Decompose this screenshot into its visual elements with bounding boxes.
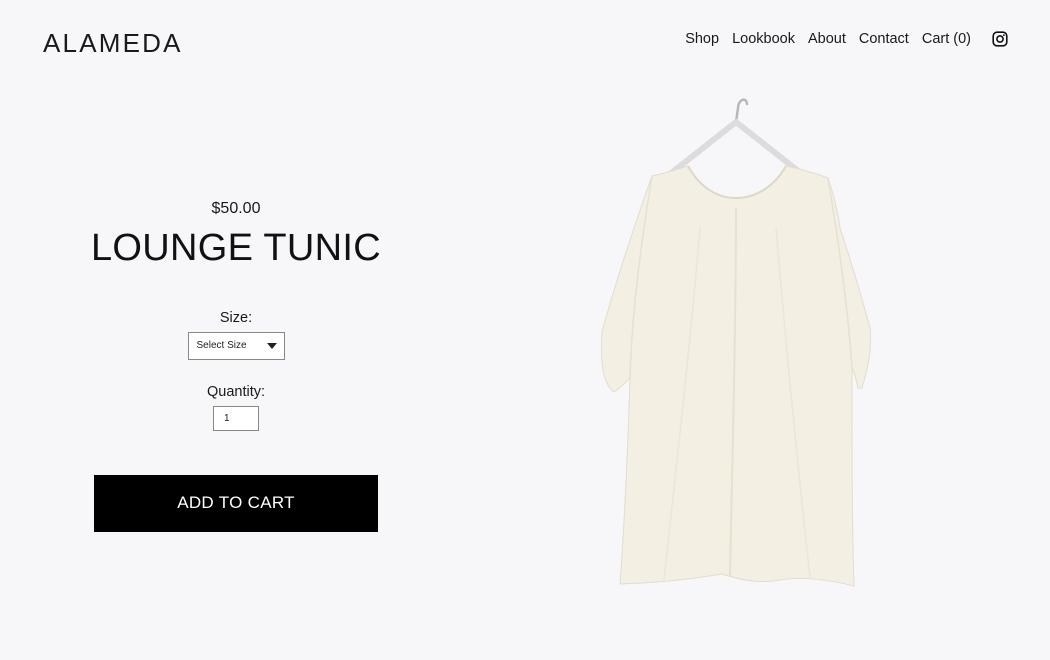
instagram-icon[interactable] bbox=[992, 31, 1008, 47]
nav-contact[interactable]: Contact bbox=[859, 31, 909, 47]
chevron-down-icon bbox=[266, 342, 277, 349]
main-nav: Shop Lookbook About Contact Cart (0) bbox=[685, 31, 1008, 47]
nav-shop[interactable]: Shop bbox=[685, 31, 719, 47]
product-image bbox=[590, 88, 880, 608]
size-label: Size: bbox=[219, 309, 253, 326]
quantity-label: Quantity: bbox=[206, 383, 266, 400]
brand-logo[interactable]: ALAMEDA bbox=[43, 28, 183, 59]
product-price: $50.00 bbox=[211, 200, 261, 217]
add-to-cart-button[interactable]: ADD TO CART bbox=[94, 474, 378, 532]
size-select-value: Select Size bbox=[196, 340, 247, 352]
quantity-input[interactable]: 1 bbox=[213, 405, 259, 431]
product-title: LOUNGE TUNIC bbox=[90, 227, 382, 269]
nav-about[interactable]: About bbox=[808, 31, 846, 47]
nav-cart[interactable]: Cart (0) bbox=[922, 31, 971, 47]
product-info: $50.00 LOUNGE TUNIC Size: Select Size Qu… bbox=[90, 196, 382, 532]
size-select[interactable]: Select Size bbox=[187, 331, 285, 360]
product-page: ALAMEDA Shop Lookbook About Contact Cart… bbox=[0, 0, 1050, 660]
nav-lookbook[interactable]: Lookbook bbox=[732, 31, 795, 47]
